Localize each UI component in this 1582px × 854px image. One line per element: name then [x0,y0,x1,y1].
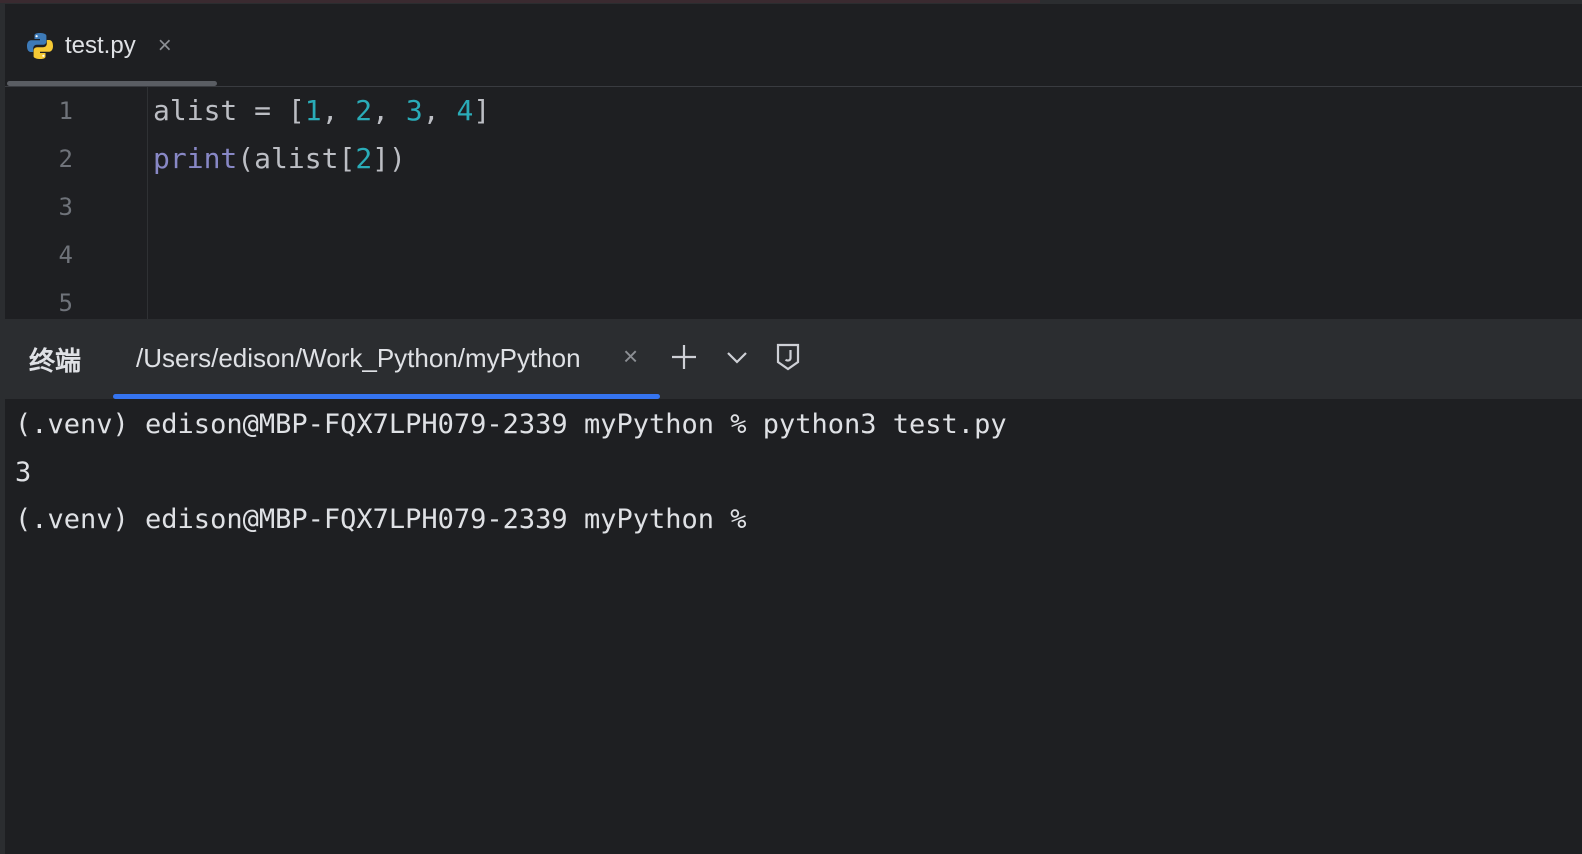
file-tab-label: test.py [65,32,136,59]
shell-button[interactable] [772,341,804,373]
code-token: (alist[ [237,142,356,175]
terminal-dropdown-button[interactable] [721,341,753,373]
terminal-prompt-line[interactable]: (.venv) edison@MBP-FQX7LPH079-2339 myPyt… [15,496,747,544]
chevron-down-icon [727,352,747,364]
code-token: ]) [372,142,406,175]
line-number: 2 [58,145,73,173]
builtin-token: print [153,142,238,175]
file-tab-test-py[interactable]: test.py × [25,26,172,66]
code-token: , [372,94,406,127]
code-line-1[interactable]: alist = [1, 2, 3, 4] [153,87,490,135]
new-terminal-button[interactable] [668,341,700,373]
code-token: ] [473,94,491,127]
terminal-title: 终端 [29,347,82,377]
line-number: 4 [58,241,73,269]
python-file-icon [25,31,55,61]
line-number-gutter: 1 2 3 4 5 [5,87,148,319]
close-tab-icon[interactable]: × [158,34,172,58]
terminal-tab-label: /Users/edison/Work_Python/myPython [136,343,581,373]
code-token: , [422,94,457,127]
line-number: 1 [58,97,73,125]
shield-j-icon [776,343,800,371]
editor-tab-bar: test.py × [5,4,1582,87]
close-terminal-tab-icon[interactable]: × [623,343,638,369]
line-number: 3 [58,193,73,221]
number-token: 2 [355,94,373,127]
line-number: 5 [58,289,73,317]
code-line-2[interactable]: print(alist[2]) [153,135,406,183]
number-token: 1 [304,94,322,127]
active-tab-indicator [7,81,217,86]
number-token: 3 [405,94,423,127]
code-editor[interactable]: 1 2 3 4 5 alist = [1, 2, 3, 4] print(ali… [5,87,1582,319]
number-token: 2 [355,142,373,175]
terminal-line: (.venv) edison@MBP-FQX7LPH079-2339 myPyt… [15,409,1007,440]
code-token: , [321,94,356,127]
terminal-header: 终端 /Users/edison/Work_Python/myPython × [5,319,1582,399]
terminal-output[interactable]: (.venv) edison@MBP-FQX7LPH079-2339 myPyt… [5,399,1582,854]
window-top-accent [0,0,1040,3]
plus-icon [672,345,696,369]
number-token: 4 [456,94,474,127]
terminal-session-tab[interactable]: /Users/edison/Work_Python/myPython × [113,319,660,399]
terminal-line: 3 [15,457,32,488]
code-token: alist = [ [153,94,305,127]
